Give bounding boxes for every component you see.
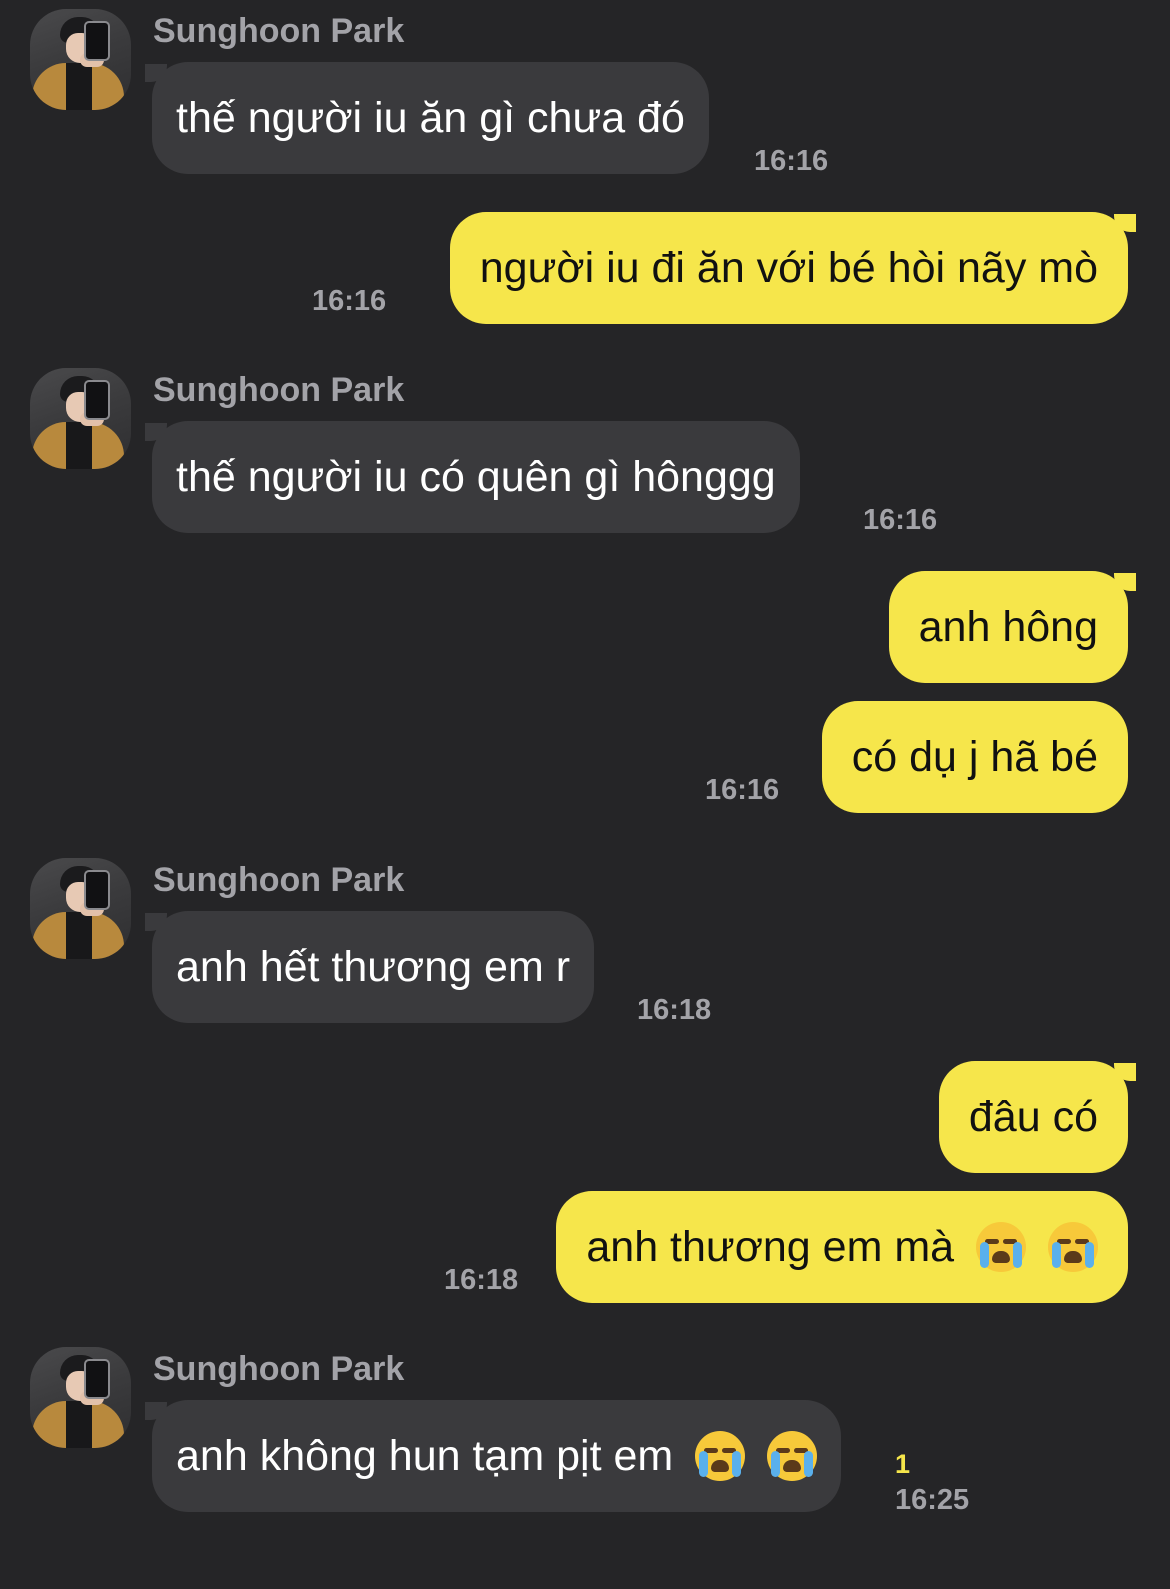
message-time: 16:16 bbox=[705, 774, 780, 806]
message-bubble-incoming[interactable]: thế người iu ăn gì chưa đó bbox=[145, 62, 709, 174]
unread-count: 1 bbox=[895, 1449, 911, 1479]
message-bubble-incoming[interactable]: anh không hun tạm pịt em bbox=[144, 1400, 842, 1512]
message-time: 16:16 bbox=[754, 145, 829, 177]
message-bubble-incoming[interactable]: anh hết thương em r bbox=[144, 911, 595, 1023]
loudly-crying-face-icon bbox=[767, 1430, 818, 1481]
sender-name: Sunghoon Park bbox=[153, 12, 405, 50]
message-time: 16:18 bbox=[637, 994, 712, 1026]
message-time: 16:25 bbox=[895, 1484, 970, 1516]
message-bubble-outgoing[interactable]: có dụ j hã bé bbox=[821, 701, 1128, 813]
message-text: anh thương em mà bbox=[586, 1223, 955, 1271]
message-text: anh hết thương em r bbox=[176, 943, 571, 991]
message-text: thế người iu ăn gì chưa đó bbox=[176, 94, 685, 142]
contact-avatar[interactable] bbox=[30, 1347, 131, 1448]
loudly-crying-face-icon bbox=[1048, 1221, 1098, 1272]
message-text: anh hông bbox=[918, 603, 1098, 651]
sender-name: Sunghoon Park bbox=[153, 861, 405, 899]
message-bubble-outgoing[interactable]: người iu đi ăn với bé hòi nãy mò bbox=[449, 212, 1137, 324]
contact-avatar[interactable] bbox=[30, 9, 131, 110]
message-bubble-outgoing[interactable]: đâu có bbox=[938, 1061, 1137, 1173]
contact-avatar[interactable] bbox=[30, 368, 131, 469]
message-text: người iu đi ăn với bé hòi nãy mò bbox=[479, 244, 1098, 292]
sender-name: Sunghoon Park bbox=[153, 371, 405, 409]
contact-avatar[interactable] bbox=[30, 858, 131, 959]
sender-name: Sunghoon Park bbox=[153, 1350, 405, 1388]
message-text: có dụ j hã bé bbox=[851, 733, 1098, 781]
loudly-crying-face-icon bbox=[976, 1221, 1027, 1272]
message-bubble-incoming[interactable]: thế người iu có quên gì hônggg bbox=[145, 421, 800, 533]
message-bubble-outgoing[interactable]: anh thương em mà bbox=[556, 1191, 1128, 1303]
loudly-crying-face-icon bbox=[695, 1430, 746, 1481]
message-text: đâu có bbox=[968, 1093, 1098, 1141]
message-time: 16:18 bbox=[444, 1264, 519, 1296]
message-time: 16:16 bbox=[863, 504, 938, 536]
message-text: anh không hun tạm pịt em bbox=[176, 1432, 674, 1480]
message-bubble-outgoing[interactable]: anh hông bbox=[888, 571, 1137, 683]
message-text: thế người iu có quên gì hônggg bbox=[176, 453, 776, 501]
message-time: 16:16 bbox=[312, 285, 387, 317]
